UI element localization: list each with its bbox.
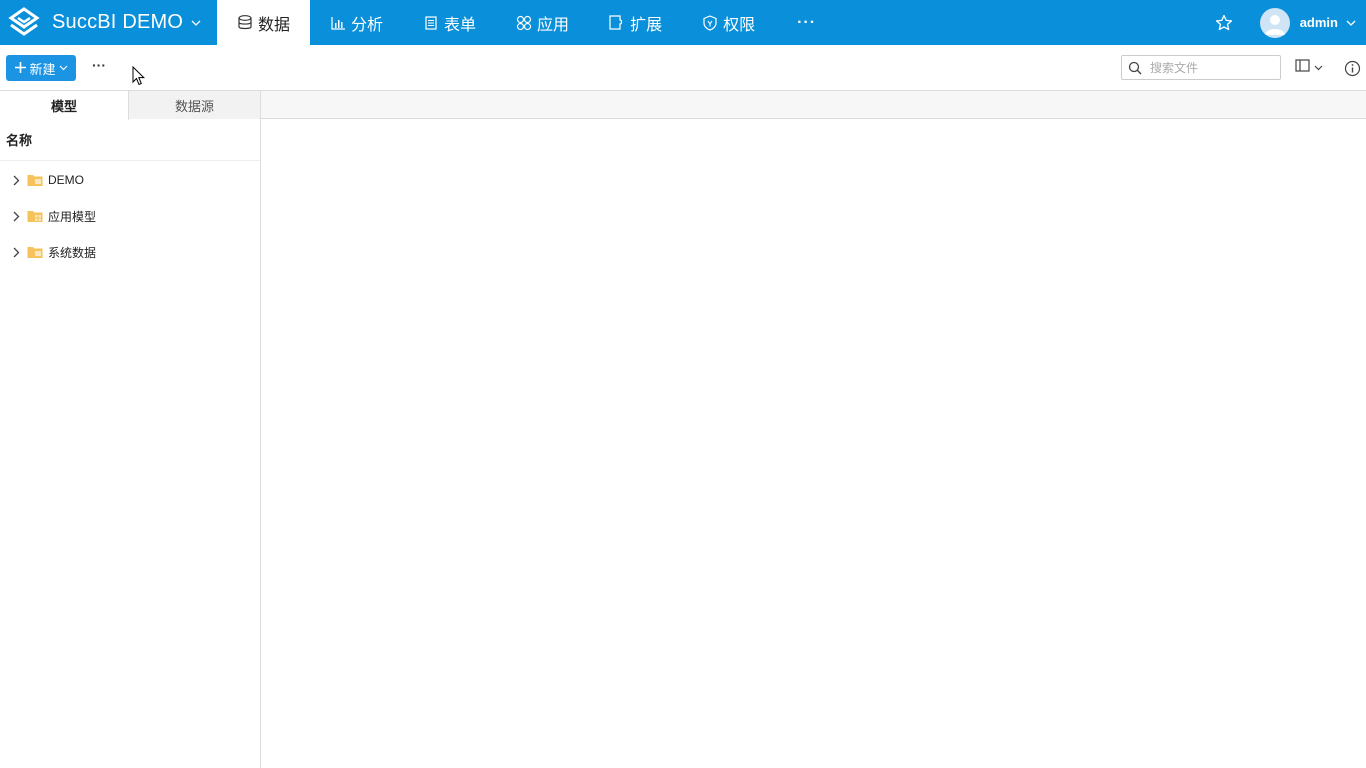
nav-item-form[interactable]: 表单: [403, 0, 496, 45]
nav-label: 表单: [444, 16, 477, 34]
folder-icon: [27, 245, 43, 259]
nav-label: 数据: [258, 16, 291, 34]
nav-label: 分析: [351, 16, 384, 34]
folder-icon: [27, 209, 43, 223]
form-icon: [423, 15, 439, 31]
chevron-down-icon: [1314, 65, 1323, 71]
folder-icon: [27, 173, 43, 187]
avatar[interactable]: [1259, 7, 1290, 38]
tree-item-app-model[interactable]: 应用模型: [0, 198, 260, 234]
nav-label: 应用: [537, 16, 570, 34]
nav-item-extension[interactable]: 扩展: [589, 0, 682, 45]
mouse-cursor-icon: [132, 65, 146, 86]
apps-icon: [516, 15, 532, 31]
new-button[interactable]: 新建: [6, 55, 76, 81]
toolbar: 新建 ···: [0, 45, 1366, 91]
brand-menu[interactable]: SuccBI DEMO: [6, 0, 203, 45]
nav-item-permission[interactable]: 权限: [682, 0, 775, 45]
shield-icon: [702, 14, 718, 31]
main-content: [261, 91, 1366, 768]
nav-item-apps[interactable]: 应用: [496, 0, 589, 45]
tab-model[interactable]: 模型: [0, 91, 129, 120]
database-icon: [237, 15, 253, 31]
tab-datasource[interactable]: 数据源: [129, 91, 260, 119]
top-navigation-bar: SuccBI DEMO 数据 分析 表单 应用 扩展 权限 ··· admin: [0, 0, 1366, 45]
chevron-down-icon: [191, 17, 203, 29]
tree-item-label: DEMO: [48, 173, 84, 187]
tree-item-label: 系统数据: [48, 245, 97, 260]
main-nav: 数据 分析 表单 应用 扩展 权限 ···: [217, 0, 838, 45]
nav-item-data[interactable]: 数据: [217, 0, 311, 45]
chevron-down-icon: [59, 65, 68, 71]
plus-icon: [14, 59, 27, 77]
name-column-header: 名称: [0, 119, 260, 161]
succbi-logo-icon: [6, 5, 42, 41]
chevron-down-icon[interactable]: [1346, 17, 1358, 29]
info-icon[interactable]: [1343, 59, 1361, 77]
chevron-right-icon[interactable]: [10, 246, 22, 258]
nav-label: 权限: [723, 16, 756, 34]
nav-label: 扩展: [630, 16, 663, 34]
bar-chart-icon: [330, 15, 346, 31]
extension-icon: [609, 15, 625, 31]
left-panel: 模型 数据源 名称 DEMO 应用模型 系统数据: [0, 91, 261, 768]
search-icon: [1128, 60, 1144, 76]
search-box: [1121, 55, 1281, 80]
user-area: admin: [1214, 0, 1366, 45]
tree-item-system-data[interactable]: 系统数据: [0, 234, 260, 270]
star-icon[interactable]: [1214, 13, 1234, 33]
search-input[interactable]: [1150, 60, 1270, 75]
layout-toggle-button[interactable]: [1295, 59, 1327, 77]
brand-title: SuccBI DEMO: [52, 11, 184, 33]
chevron-right-icon[interactable]: [10, 210, 22, 222]
new-button-label: 新建: [29, 61, 56, 77]
model-tree: DEMO 应用模型 系统数据: [0, 161, 260, 270]
nav-item-analysis[interactable]: 分析: [310, 0, 403, 45]
panel-tabs: 模型 数据源: [0, 91, 260, 120]
more-actions-button[interactable]: ···: [90, 57, 108, 77]
nav-more-button[interactable]: ···: [775, 0, 838, 45]
chevron-right-icon[interactable]: [10, 174, 22, 186]
tree-item-demo[interactable]: DEMO: [0, 162, 260, 198]
content-tab-bar: [261, 91, 1366, 119]
panel-layout-icon: [1295, 59, 1310, 77]
username[interactable]: admin: [1300, 15, 1338, 30]
tree-item-label: 应用模型: [48, 209, 97, 224]
